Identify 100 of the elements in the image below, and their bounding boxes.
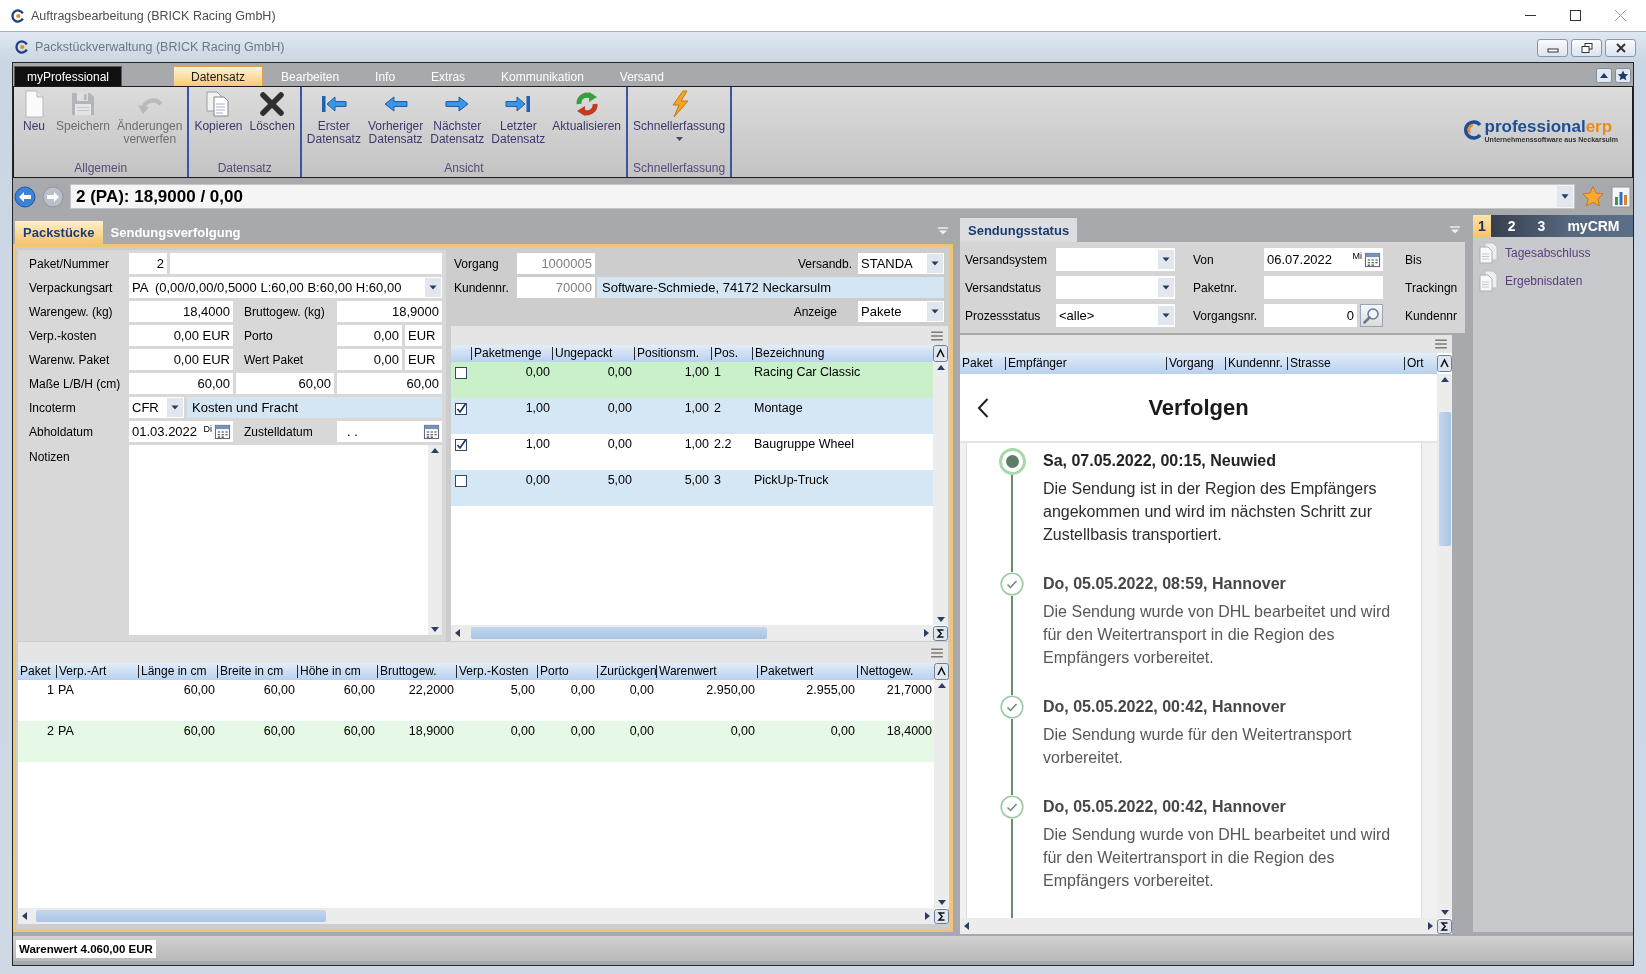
- input-field[interactable]: [170, 253, 442, 274]
- ribbon-button[interactable]: Vorheriger Datensatz: [366, 89, 425, 146]
- column-header[interactable]: Höhe in cm: [297, 665, 377, 678]
- star-icon[interactable]: [1615, 68, 1631, 83]
- ribbon-button[interactable]: Aktualisieren: [551, 89, 623, 133]
- input-field[interactable]: EUR: [405, 349, 442, 370]
- table-row[interactable]: 0,00 0,00 1,00 1 Racing Car Classic: [451, 362, 933, 398]
- input-field[interactable]: 0,00: [337, 325, 402, 346]
- scroll-up-arrow-icon[interactable]: [936, 365, 945, 370]
- list-item[interactable]: Tagesabschluss: [1479, 242, 1591, 264]
- star-icon[interactable]: [1581, 184, 1605, 209]
- back-chevron-icon[interactable]: [977, 397, 989, 418]
- close-icon[interactable]: [1615, 10, 1626, 21]
- scroll-down-arrow-icon[interactable]: [431, 627, 439, 632]
- vertical-scrollbar[interactable]: [933, 362, 948, 625]
- tab[interactable]: Packstücke: [15, 221, 103, 244]
- input-field[interactable]: 60,00: [337, 373, 442, 394]
- column-header[interactable]: Strasse: [1287, 357, 1404, 370]
- column-header[interactable]: Paket: [18, 665, 56, 678]
- table-row[interactable]: 0,00 5,00 5,00 3 PickUp-Truck: [451, 470, 933, 506]
- search-button[interactable]: [1360, 304, 1383, 327]
- vertical-scrollbar[interactable]: [428, 445, 442, 635]
- scroll-down-arrow-icon[interactable]: [1440, 910, 1449, 915]
- horizontal-scrollbar[interactable]: [451, 625, 933, 641]
- column-header[interactable]: Länge in cm: [138, 665, 217, 678]
- column-header[interactable]: Paketmenge: [471, 347, 552, 360]
- sum-icon[interactable]: [1437, 918, 1452, 934]
- checkbox[interactable]: [455, 367, 467, 379]
- vertical-scrollbar[interactable]: [934, 680, 949, 908]
- tab[interactable]: Sendungsstatus: [960, 218, 1078, 242]
- ribbon-button[interactable]: Letzter Datensatz: [490, 89, 547, 146]
- dropdown-field[interactable]: [1056, 276, 1175, 299]
- maximize-icon[interactable]: [1570, 10, 1581, 21]
- input-field[interactable]: 0,00 EUR: [129, 349, 233, 370]
- input-field[interactable]: [1264, 276, 1383, 299]
- checkbox[interactable]: [455, 475, 467, 487]
- scroll-up-arrow-icon[interactable]: [431, 448, 439, 453]
- dropdown-field[interactable]: CFR: [129, 397, 184, 418]
- scroll-down-arrow-icon[interactable]: [936, 617, 945, 622]
- restore-button[interactable]: [1571, 39, 1602, 57]
- column-header[interactable]: Bruttogew.: [377, 665, 456, 678]
- column-header[interactable]: Warenwert: [656, 665, 757, 678]
- date-field[interactable]: 01.03.2022 Di: [129, 421, 233, 442]
- ribbon-button[interactable]: Kopieren: [193, 89, 244, 133]
- column-header[interactable]: Zurückgen: [597, 665, 656, 678]
- date-field[interactable]: . .: [337, 421, 442, 442]
- record-field[interactable]: 2 (PA): 18,9000 / 0,00: [70, 184, 1575, 209]
- scroll-left-arrow-icon[interactable]: [455, 629, 460, 637]
- scrollbar-thumb[interactable]: [1438, 412, 1451, 546]
- ribbon-button[interactable]: Nächster Datensatz: [429, 89, 486, 146]
- ribbon-button[interactable]: Löschen: [248, 89, 296, 133]
- column-header[interactable]: Ungepackt: [552, 347, 634, 360]
- tab[interactable]: 1: [1473, 215, 1491, 237]
- tab[interactable]: 2: [1502, 215, 1521, 237]
- app-menu-tab[interactable]: myProfessional: [14, 66, 122, 86]
- notes-field[interactable]: [129, 445, 442, 635]
- scrollbar-thumb[interactable]: [471, 627, 767, 639]
- column-header[interactable]: Porto: [537, 665, 597, 678]
- table-row[interactable]: 2 PA 60,00 60,00 60,00 18,9000 0,00 0,00 0,00 0,00 0,00 18,4000: [18, 721, 934, 762]
- calendar-icon[interactable]: [423, 423, 440, 440]
- input-field[interactable]: 70000: [517, 277, 595, 298]
- sum-icon[interactable]: [934, 908, 949, 924]
- scroll-up-arrow-icon[interactable]: [937, 683, 946, 688]
- input-field[interactable]: EUR: [405, 325, 442, 346]
- ribbon-button[interactable]: Schnellerfassung: [632, 89, 727, 141]
- table-row[interactable]: 1,00 0,00 1,00 2 Montage: [451, 398, 933, 434]
- input-field[interactable]: 60,00: [236, 373, 334, 394]
- dropdown-field[interactable]: Pakete: [858, 301, 944, 322]
- menu-icon[interactable]: [931, 647, 943, 658]
- ribbon-button[interactable]: Neu: [18, 89, 50, 133]
- list-item[interactable]: Ergebnisdaten: [1479, 270, 1583, 292]
- column-header[interactable]: Kundennr.: [1225, 357, 1287, 370]
- input-field[interactable]: 0: [1264, 304, 1357, 327]
- input-field[interactable]: 2: [129, 253, 167, 274]
- scroll-left-arrow-icon[interactable]: [964, 922, 969, 930]
- chevron-up-icon[interactable]: [933, 345, 948, 362]
- column-header[interactable]: Paketwert: [757, 665, 857, 678]
- dropdown-field[interactable]: <alle>: [1056, 304, 1175, 327]
- table-row[interactable]: 1 PA 60,00 60,00 60,00 22,2000 5,00 0,00 0,00 2.950,00 2.955,00 21,7000: [18, 680, 934, 721]
- checkbox[interactable]: [455, 403, 467, 415]
- ribbon-tab[interactable]: Datensatz: [173, 66, 264, 86]
- menu-icon[interactable]: [1435, 339, 1447, 349]
- column-header[interactable]: Verp.-Art: [56, 665, 138, 678]
- column-header[interactable]: Breite in cm: [217, 665, 297, 678]
- dropdown-field[interactable]: [1056, 248, 1175, 271]
- input-field[interactable]: 1000005: [517, 253, 595, 274]
- input-field[interactable]: 18,4000: [129, 301, 233, 322]
- input-field[interactable]: 60,00: [129, 373, 233, 394]
- scroll-right-arrow-icon[interactable]: [925, 912, 930, 920]
- scroll-right-arrow-icon[interactable]: [924, 629, 929, 637]
- scroll-up-arrow-icon[interactable]: [1440, 377, 1449, 382]
- sum-icon[interactable]: [933, 625, 948, 641]
- scroll-down-arrow-icon[interactable]: [937, 900, 946, 905]
- bar-chart-icon[interactable]: [1611, 185, 1631, 208]
- column-header[interactable]: Paket: [960, 357, 1005, 370]
- menu-icon[interactable]: [931, 330, 943, 341]
- column-header[interactable]: Verp.-Kosten: [456, 665, 537, 678]
- collapse-ribbon-icon[interactable]: [1596, 68, 1612, 83]
- dropdown-field[interactable]: PA (0,00/0,00/0,5000 L:60,00 B:60,00 H:60,00: [129, 277, 442, 298]
- column-header[interactable]: Positionsm.: [634, 347, 711, 360]
